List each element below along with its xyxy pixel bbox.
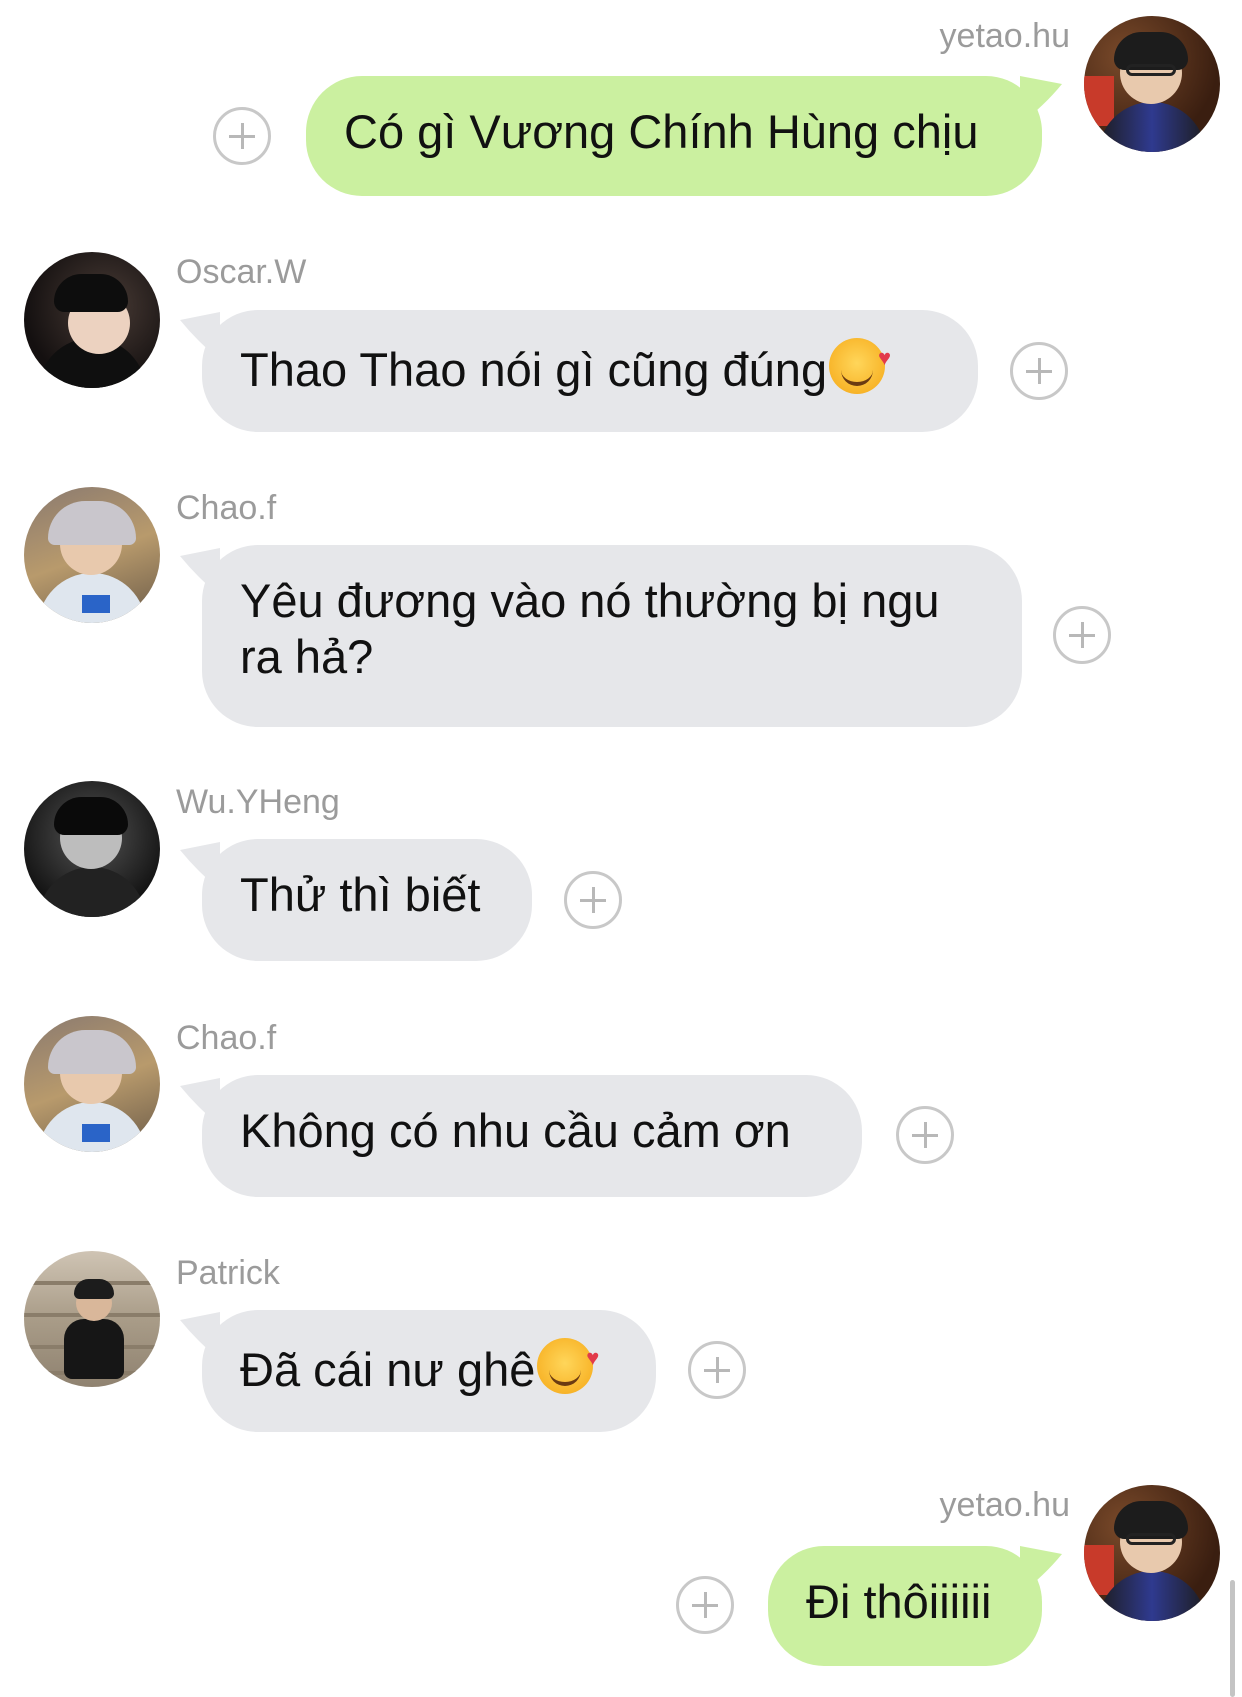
avatar-patrick[interactable] xyxy=(24,1251,160,1387)
message-text: Không có nhu cầu cảm ơn xyxy=(240,1104,791,1157)
add-reaction-button[interactable] xyxy=(564,871,622,929)
message-bubble[interactable]: Có gì Vương Chính Hùng chịu xyxy=(306,76,1042,196)
smiling-face-with-hearts-icon xyxy=(537,1330,599,1394)
message-bubble[interactable]: Yêu đương vào nó thường bị ngu ra hả? xyxy=(202,545,1022,727)
avatar-wu[interactable] xyxy=(24,781,160,917)
add-reaction-button[interactable] xyxy=(896,1106,954,1164)
avatar-yetao[interactable] xyxy=(1084,1485,1220,1621)
sender-name: Chao.f xyxy=(176,489,277,527)
avatar-chao[interactable] xyxy=(24,487,160,623)
add-reaction-button[interactable] xyxy=(676,1576,734,1634)
message-text: Có gì Vương Chính Hùng chịu xyxy=(344,105,979,158)
scrollbar[interactable] xyxy=(1230,1580,1235,1697)
message-text: Đã cái nư ghê xyxy=(240,1343,536,1396)
message-text: Thao Thao nói gì cũng đúng xyxy=(240,343,828,396)
sender-name: Patrick xyxy=(176,1254,280,1292)
sender-name: yetao.hu xyxy=(939,17,1070,55)
message-bubble[interactable]: Không có nhu cầu cảm ơn xyxy=(202,1075,862,1197)
avatar-oscar[interactable] xyxy=(24,252,160,388)
add-reaction-button[interactable] xyxy=(1010,342,1068,400)
smiling-face-with-hearts-icon xyxy=(829,330,891,394)
sender-name: Oscar.W xyxy=(176,253,307,291)
chat-thread: yetao.hu Có gì Vương Chính Hùng chịu Osc… xyxy=(0,0,1242,1697)
message-text: Đi thôiiiiii xyxy=(806,1575,992,1628)
message-bubble[interactable]: Đã cái nư ghê xyxy=(202,1310,656,1432)
sender-name: Chao.f xyxy=(176,1019,277,1057)
sender-name: Wu.YHeng xyxy=(176,783,340,821)
sender-name: yetao.hu xyxy=(939,1486,1070,1524)
message-bubble[interactable]: Đi thôiiiiii xyxy=(768,1546,1042,1666)
message-text: Yêu đương vào nó thường bị ngu ra hả? xyxy=(240,574,940,683)
message-bubble[interactable]: Thao Thao nói gì cũng đúng xyxy=(202,310,978,432)
message-text: Thử thì biết xyxy=(240,868,481,921)
message-bubble[interactable]: Thử thì biết xyxy=(202,839,532,961)
add-reaction-button[interactable] xyxy=(213,107,271,165)
avatar-chao[interactable] xyxy=(24,1016,160,1152)
add-reaction-button[interactable] xyxy=(1053,606,1111,664)
avatar-yetao[interactable] xyxy=(1084,16,1220,152)
add-reaction-button[interactable] xyxy=(688,1341,746,1399)
